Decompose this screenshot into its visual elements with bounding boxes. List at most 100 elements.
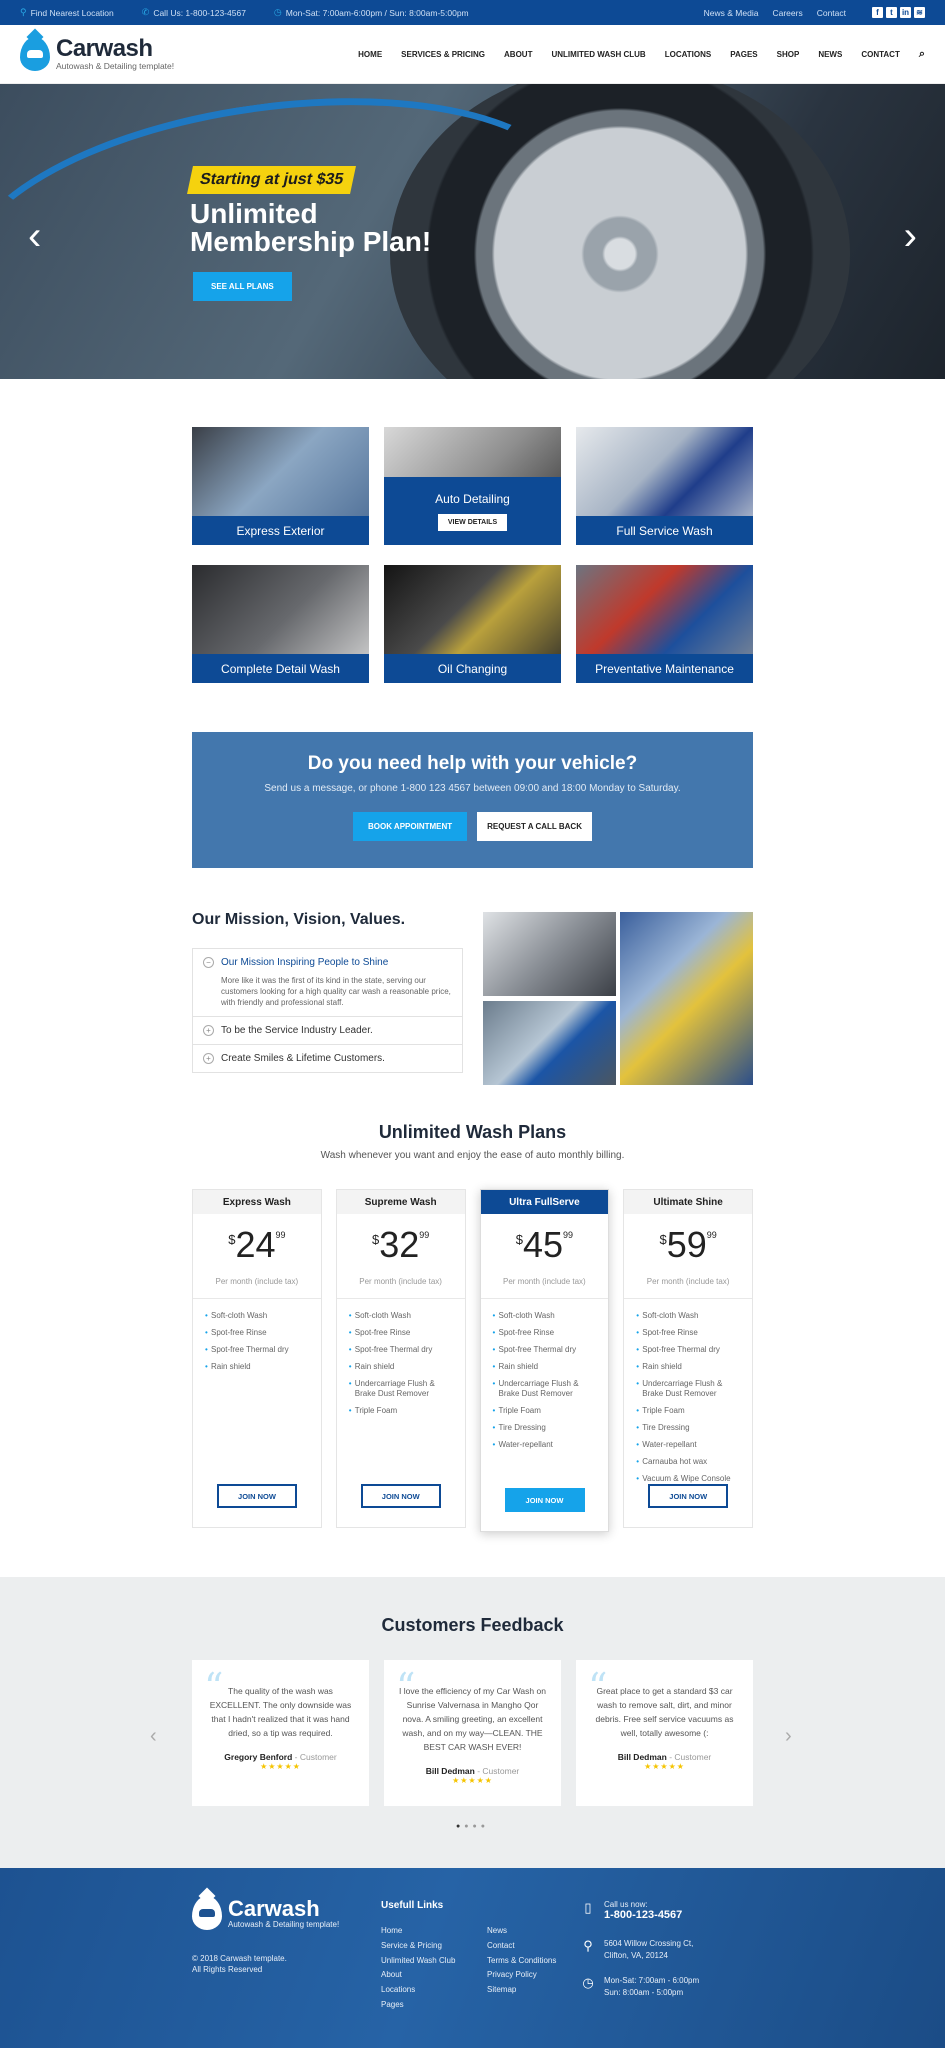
site-footer: Carwash Autowash & Detailing template! ©… xyxy=(0,1868,945,2048)
minus-icon[interactable]: − xyxy=(203,957,214,968)
footer-link-home[interactable]: Home xyxy=(381,1924,455,1939)
footer-link-news[interactable]: News xyxy=(487,1924,556,1939)
footer-logo[interactable]: Carwash Autowash & Detailing template! xyxy=(192,1896,339,1930)
plan-card-ultra-fullserve: Ultra FullServe $4599 Per month (include… xyxy=(479,1189,610,1532)
nav-locations[interactable]: LOCATIONS xyxy=(665,50,712,59)
nav-home[interactable]: HOME xyxy=(358,50,382,59)
carousel-dots[interactable]: ●●●● xyxy=(0,1823,945,1830)
accordion-item-leader[interactable]: + To be the Service Industry Leader. xyxy=(193,1016,462,1044)
service-card-auto-detailing[interactable]: Auto Detailing VIEW DETAILS xyxy=(384,427,561,545)
help-cta: Do you need help with your vehicle? Send… xyxy=(192,732,753,868)
service-card-oil-changing[interactable]: Oil Changing xyxy=(384,565,561,683)
nav-pages[interactable]: PAGES xyxy=(730,50,757,59)
search-icon[interactable]: ⌕ xyxy=(919,48,925,61)
mobile-phone-icon: ▯ xyxy=(584,1900,592,1915)
useful-links-title: Usefull Links xyxy=(381,1900,444,1911)
service-card-full-service-wash[interactable]: Full Service Wash xyxy=(576,427,753,545)
facebook-icon[interactable]: f xyxy=(872,7,883,18)
footer-links-col2: News Contact Terms & Conditions Privacy … xyxy=(487,1924,556,1998)
site-logo[interactable]: Carwash Autowash & Detailing template! xyxy=(20,37,174,71)
nav-services-pricing[interactable]: SERVICES & PRICING xyxy=(401,50,485,59)
join-now-button[interactable]: JOIN NOW xyxy=(360,1484,441,1508)
service-card-preventative-maintenance[interactable]: Preventative Maintenance xyxy=(576,565,753,683)
request-call-back-button[interactable]: REQUEST A CALL BACK xyxy=(477,812,592,841)
join-now-button[interactable]: JOIN NOW xyxy=(648,1484,729,1508)
phone-info: ✆ Call Us: 1-800-123-4567 xyxy=(141,7,246,18)
copyright: © 2018 Carwash template. All Rights Reser… xyxy=(192,1954,287,1974)
nav-shop[interactable]: SHOP xyxy=(777,50,800,59)
testimonial-card: “ The quality of the wash was EXCELLENT.… xyxy=(192,1660,369,1806)
plans-subtitle: Wash whenever you want and enjoy the eas… xyxy=(320,1150,625,1161)
top-bar: ⚲ Find Nearest Location ✆ Call Us: 1-800-1… xyxy=(0,0,945,25)
cta-title: Do you need help with your vehicle? xyxy=(307,753,638,774)
footer-link-unlimited-wash-club[interactable]: Unlimited Wash Club xyxy=(381,1954,455,1969)
logo-drop-icon xyxy=(192,1896,222,1930)
service-card-express-exterior[interactable]: Express Exterior xyxy=(192,427,369,545)
view-details-button[interactable]: VIEW DETAILS xyxy=(437,513,508,531)
footer-link-privacy[interactable]: Privacy Policy xyxy=(487,1968,556,1983)
brand-name: Carwash xyxy=(56,35,153,62)
news-media-link[interactable]: News & Media xyxy=(704,8,759,18)
book-appointment-button[interactable]: BOOK APPOINTMENT xyxy=(353,812,468,841)
main-nav: HOME SERVICES & PRICING ABOUT UNLIMITED … xyxy=(358,48,925,61)
feedback-next-icon[interactable]: › xyxy=(785,1725,792,1748)
mission-accordion: − Our Mission Inspiring People to Shine … xyxy=(192,948,463,1073)
footer-link-sitemap[interactable]: Sitemap xyxy=(487,1983,556,1998)
footer-link-pages[interactable]: Pages xyxy=(381,1998,455,2013)
brand-tagline: Autowash & Detailing template! xyxy=(56,61,175,71)
hours-info: ◷ Mon-Sat: 7:00am-6:00pm / Sun: 8:00am-5:… xyxy=(273,7,469,18)
slider-prev-icon[interactable]: ‹ xyxy=(28,214,41,259)
nav-unlimited-wash-club[interactable]: UNLIMITED WASH CLUB xyxy=(551,50,645,59)
footer-links-col1: Home Service & Pricing Unlimited Wash Cl… xyxy=(381,1924,455,2013)
join-now-button[interactable]: JOIN NOW xyxy=(504,1488,585,1512)
contact-link[interactable]: Contact xyxy=(817,8,846,18)
rating-stars: ★★★★★ xyxy=(644,1762,685,1771)
map-pin-icon: ⚲ xyxy=(583,1938,593,1953)
feedback-prev-icon[interactable]: ‹ xyxy=(150,1725,157,1748)
see-all-plans-button[interactable]: SEE ALL PLANS xyxy=(193,272,292,301)
mission-title: Our Mission, Vision, Values. xyxy=(192,911,406,928)
testimonial-card: “ Great place to get a standard $3 car w… xyxy=(576,1660,753,1806)
footer-link-locations[interactable]: Locations xyxy=(381,1983,455,1998)
plans-title: Unlimited Wash Plans xyxy=(378,1122,567,1142)
accordion-item-smiles[interactable]: + Create Smiles & Lifetime Customers. xyxy=(193,1044,462,1072)
feedback-title: Customers Feedback xyxy=(381,1615,564,1635)
find-location-link[interactable]: ⚲ Find Nearest Location xyxy=(20,7,114,18)
plus-icon[interactable]: + xyxy=(203,1053,214,1064)
nav-about[interactable]: ABOUT xyxy=(504,50,532,59)
cta-text: Send us a message, or phone 1-800 123 45… xyxy=(264,783,681,794)
clock-icon: ◷ xyxy=(582,1975,594,1990)
hero-badge: Starting at just $35 xyxy=(187,166,357,194)
rss-icon[interactable]: ≋ xyxy=(914,7,925,18)
gallery-image xyxy=(483,912,616,996)
footer-link-terms[interactable]: Terms & Conditions xyxy=(487,1954,556,1969)
plans-list: Express Wash $2499 Per month (include ta… xyxy=(192,1189,753,1532)
customer-feedback-section: Customers Feedback ‹ › “ The quality of … xyxy=(0,1577,945,1868)
plus-icon[interactable]: + xyxy=(203,1025,214,1036)
hero-slider: ‹ › xyxy=(0,84,945,379)
footer-address: ⚲ 5604 Willow Crossing Ct, Clifton, VA, 2… xyxy=(580,1938,693,1962)
clock-icon: ◷ xyxy=(273,7,282,17)
footer-call: ▯ Call us now: 1-800-123-4567 xyxy=(580,1900,682,1921)
service-card-complete-detail-wash[interactable]: Complete Detail Wash xyxy=(192,565,369,683)
rating-stars: ★★★★★ xyxy=(260,1762,301,1771)
hero-title: Unlimited Membership Plan! xyxy=(190,198,432,257)
site-header: Carwash Autowash & Detailing template! H… xyxy=(0,25,945,84)
footer-link-about[interactable]: About xyxy=(381,1968,455,1983)
nav-news[interactable]: NEWS xyxy=(818,50,842,59)
footer-hours: ◷ Mon-Sat: 7:00am - 6:00pm Sun: 8:00am - … xyxy=(580,1975,699,1999)
nav-contact[interactable]: CONTACT xyxy=(861,50,900,59)
plan-card-supreme-wash: Supreme Wash $3299 Per month (include ta… xyxy=(335,1189,466,1528)
mission-image-mosaic xyxy=(483,912,753,1085)
careers-link[interactable]: Careers xyxy=(772,8,802,18)
footer-link-contact[interactable]: Contact xyxy=(487,1939,556,1954)
linkedin-icon[interactable]: in xyxy=(900,7,911,18)
twitter-icon[interactable]: t xyxy=(886,7,897,18)
testimonial-card: “ I love the efficiency of my Car Wash o… xyxy=(384,1660,561,1806)
accordion-item-mission[interactable]: − Our Mission Inspiring People to Shine … xyxy=(193,949,462,1016)
gallery-image xyxy=(620,912,753,1085)
plan-card-ultimate-shine: Ultimate Shine $5999 Per month (include … xyxy=(623,1189,753,1528)
join-now-button[interactable]: JOIN NOW xyxy=(217,1484,297,1508)
slider-next-icon[interactable]: › xyxy=(904,214,917,259)
footer-link-service-pricing[interactable]: Service & Pricing xyxy=(381,1939,455,1954)
